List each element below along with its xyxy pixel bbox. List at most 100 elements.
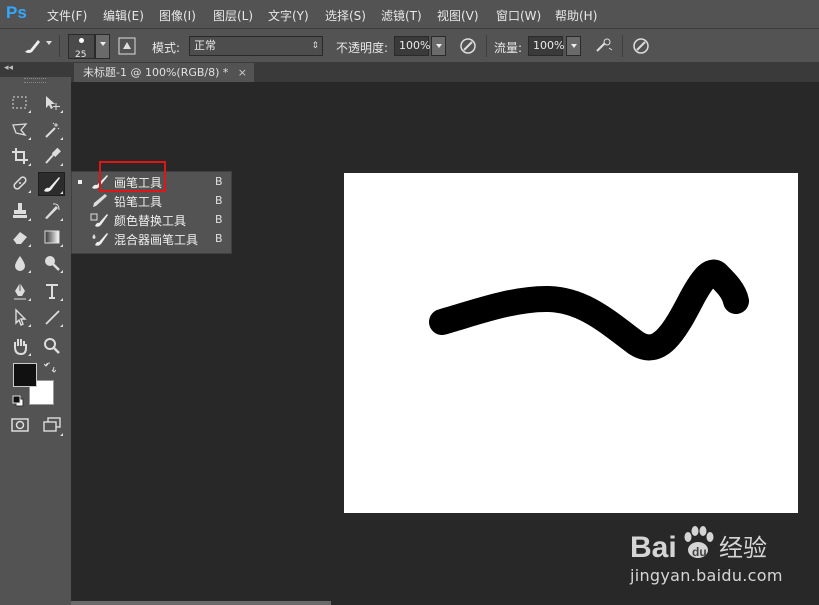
brush-preset-icon[interactable] <box>22 37 40 55</box>
foreground-color-swatch[interactable] <box>13 363 37 387</box>
menu-file[interactable]: 文件(F) <box>47 7 87 24</box>
options-bar: 25 模式: 正常 ⇕ 不透明度: 100% 流量: 100% <box>0 28 819 63</box>
magic-wand-icon <box>45 122 60 138</box>
brush-panel-icon[interactable] <box>118 37 136 55</box>
menu-layer[interactable]: 图层(L) <box>213 7 253 24</box>
svg-text:经验: 经验 <box>719 534 767 562</box>
flow-value: 100% <box>533 39 565 52</box>
app-logo: Ps <box>6 3 27 22</box>
document-tab-bar: 未标题-1 @ 100%(RGB/8) * × <box>71 63 819 82</box>
lasso-icon <box>12 123 28 137</box>
collapse-icon[interactable]: ◂◂ <box>4 63 13 73</box>
flow-label: 流量: <box>494 41 523 55</box>
lasso-tool[interactable] <box>8 119 32 141</box>
history-brush-icon <box>45 203 60 219</box>
path-selection-tool[interactable] <box>8 306 32 328</box>
scrollbar[interactable] <box>71 601 331 605</box>
updown-icon: ⇕ <box>311 41 319 51</box>
screen-mode-button[interactable] <box>40 415 64 437</box>
eraser-tool[interactable] <box>8 226 32 248</box>
separator <box>486 35 487 57</box>
opacity-label: 不透明度: <box>336 41 389 55</box>
line-tool[interactable] <box>40 306 64 328</box>
watermark-url: jingyan.baidu.com <box>630 566 783 585</box>
document-canvas[interactable] <box>344 173 798 513</box>
move-tool[interactable] <box>40 92 64 114</box>
svg-text:Bai: Bai <box>630 531 677 564</box>
brush-size-dropdown[interactable] <box>95 34 110 59</box>
stamp-icon <box>13 203 27 218</box>
tools-panel-header: ◂◂ <box>0 63 71 77</box>
flyout-item-color-replacement[interactable]: 颜色替换工具 B <box>72 210 231 229</box>
eyedropper-icon <box>45 147 61 164</box>
menu-select[interactable]: 选择(S) <box>325 7 366 24</box>
flow-dropdown[interactable] <box>566 36 581 56</box>
brush-size-picker[interactable]: 25 <box>68 34 95 60</box>
flyout-item-shortcut: B <box>215 213 223 226</box>
hand-tool[interactable] <box>8 335 32 357</box>
eraser-icon <box>12 232 27 245</box>
menu-filter[interactable]: 滤镜(T) <box>381 7 422 24</box>
flyout-item-shortcut: B <box>215 175 223 188</box>
quick-mask-icon <box>11 418 29 432</box>
brush-preset-dropdown[interactable] <box>46 41 52 45</box>
separator <box>622 35 623 57</box>
close-tab-icon[interactable]: × <box>238 63 247 82</box>
clone-stamp-tool[interactable] <box>8 200 32 222</box>
menu-window[interactable]: 窗口(W) <box>496 7 541 24</box>
type-tool[interactable] <box>40 280 64 302</box>
paw-icon: du <box>684 526 714 559</box>
swap-colors-icon[interactable] <box>43 362 57 377</box>
type-icon <box>46 284 58 299</box>
menu-help[interactable]: 帮助(H) <box>555 7 597 24</box>
dodge-icon <box>45 256 60 271</box>
mode-label: 模式: <box>152 41 181 55</box>
healing-brush-tool[interactable] <box>8 172 32 194</box>
dodge-tool[interactable] <box>40 252 64 274</box>
menu-image[interactable]: 图像(I) <box>159 7 196 24</box>
hand-icon <box>14 339 27 355</box>
pointer-icon <box>15 308 27 326</box>
brush-stroke <box>429 259 749 361</box>
pen-tool[interactable] <box>8 280 32 302</box>
magnifier-icon <box>44 338 60 354</box>
menu-type[interactable]: 文字(Y) <box>268 7 309 24</box>
pressure-size-icon[interactable] <box>632 37 650 55</box>
flyout-item-label: 混合器画笔工具 <box>114 233 199 247</box>
pen-icon <box>14 283 26 300</box>
default-colors-icon[interactable] <box>12 395 24 410</box>
menu-edit[interactable]: 编辑(E) <box>103 7 144 24</box>
annotation-highlight <box>99 161 166 192</box>
mixer-brush-icon <box>92 233 108 246</box>
brush-tool[interactable] <box>38 172 65 196</box>
pressure-opacity-icon[interactable] <box>459 37 477 55</box>
airbrush-icon[interactable] <box>594 37 613 55</box>
flow-input[interactable]: 100% <box>528 36 565 56</box>
gradient-tool[interactable] <box>40 226 64 248</box>
quick-mask-button[interactable] <box>8 415 32 437</box>
crop-icon <box>12 148 28 164</box>
panel-grip <box>24 78 46 83</box>
opacity-input[interactable]: 100% <box>394 36 431 56</box>
flyout-item-pencil[interactable]: 铅笔工具 B <box>72 191 231 210</box>
document-tab[interactable]: 未标题-1 @ 100%(RGB/8) * × <box>74 63 254 82</box>
brush-dot-icon <box>79 38 84 43</box>
baidu-jingyan-watermark: Bai du 经验 <box>625 519 815 599</box>
marquee-icon <box>12 96 27 109</box>
blur-tool[interactable] <box>8 252 32 274</box>
line-icon <box>45 310 60 325</box>
menu-view[interactable]: 视图(V) <box>437 7 479 24</box>
eyedropper-tool[interactable] <box>40 145 64 167</box>
flyout-item-mixer-brush[interactable]: 混合器画笔工具 B <box>72 229 231 248</box>
marquee-tool[interactable] <box>8 92 32 114</box>
zoom-tool[interactable] <box>40 335 64 357</box>
opacity-value: 100% <box>399 39 431 52</box>
mode-select[interactable]: 正常 ⇕ <box>189 36 323 56</box>
brush-icon <box>44 177 60 192</box>
document-tab-title: 未标题-1 @ 100%(RGB/8) * <box>83 66 229 79</box>
magic-wand-tool[interactable] <box>40 119 64 141</box>
opacity-dropdown[interactable] <box>431 36 446 56</box>
flyout-item-label: 颜色替换工具 <box>114 214 187 228</box>
crop-tool[interactable] <box>8 145 32 167</box>
history-brush-tool[interactable] <box>40 200 64 222</box>
